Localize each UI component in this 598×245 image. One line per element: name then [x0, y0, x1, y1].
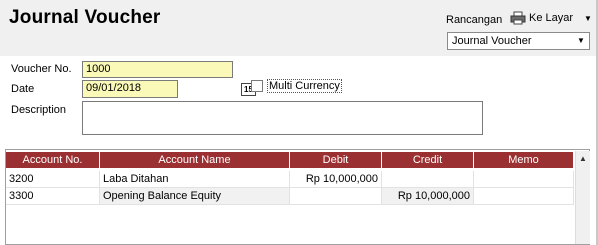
date-label: Date: [11, 83, 35, 95]
rancangan-label: Rancangan: [446, 14, 503, 26]
printer-icon: [510, 11, 526, 25]
description-label: Description: [11, 104, 67, 116]
cell-account-name[interactable]: Laba Ditahan: [100, 171, 290, 188]
cell-memo[interactable]: [474, 171, 574, 188]
cell-account-no[interactable]: 3200: [6, 171, 100, 188]
header-panel: Journal Voucher Rancangan Ke Layar ▼ Jou…: [0, 0, 598, 56]
multi-currency-label[interactable]: Multi Currency: [267, 79, 342, 93]
column-header-account-no[interactable]: Account No.: [6, 152, 100, 168]
voucher-no-input[interactable]: 1000: [82, 61, 233, 78]
column-header-credit[interactable]: Credit: [382, 152, 474, 168]
column-header-debit[interactable]: Debit: [290, 152, 382, 168]
journal-grid: Account No. Account Name Debit Credit Me…: [5, 149, 590, 245]
rancangan-select[interactable]: Journal Voucher ▼: [447, 32, 590, 50]
cell-debit[interactable]: Rp 10,000,000: [290, 171, 382, 188]
cell-account-name[interactable]: Opening Balance Equity: [100, 188, 290, 205]
voucher-no-label: Voucher No.: [11, 63, 72, 75]
column-header-account-name[interactable]: Account Name: [100, 152, 290, 168]
chevron-down-icon: ▼: [584, 13, 592, 23]
grid-header: Account No. Account Name Debit Credit Me…: [6, 152, 574, 168]
cell-credit[interactable]: Rp 10,000,000: [382, 188, 474, 205]
table-row[interactable]: 3300 Opening Balance Equity Rp 10,000,00…: [6, 188, 574, 205]
page-title: Journal Voucher: [9, 7, 161, 28]
date-value: 09/01/2018: [86, 82, 142, 94]
description-field[interactable]: [82, 101, 483, 135]
rancangan-select-value: Journal Voucher: [452, 35, 532, 47]
cell-credit[interactable]: [382, 171, 474, 188]
cell-account-no[interactable]: 3300: [6, 188, 100, 205]
scroll-up-icon[interactable]: ▲: [577, 152, 589, 165]
vertical-scrollbar[interactable]: ▲: [575, 151, 590, 244]
date-input[interactable]: 09/01/2018 15: [82, 80, 256, 98]
column-header-memo[interactable]: Memo: [474, 152, 574, 168]
chevron-down-icon: ▼: [574, 34, 588, 48]
ke-layar-label: Ke Layar: [529, 12, 574, 24]
cell-debit[interactable]: [290, 188, 382, 205]
table-row[interactable]: 3200 Laba Ditahan Rp 10,000,000: [6, 171, 574, 188]
cell-memo[interactable]: [474, 188, 574, 205]
multi-currency-checkbox[interactable]: [251, 80, 263, 92]
ke-layar-button[interactable]: Ke Layar ▼: [510, 9, 596, 27]
